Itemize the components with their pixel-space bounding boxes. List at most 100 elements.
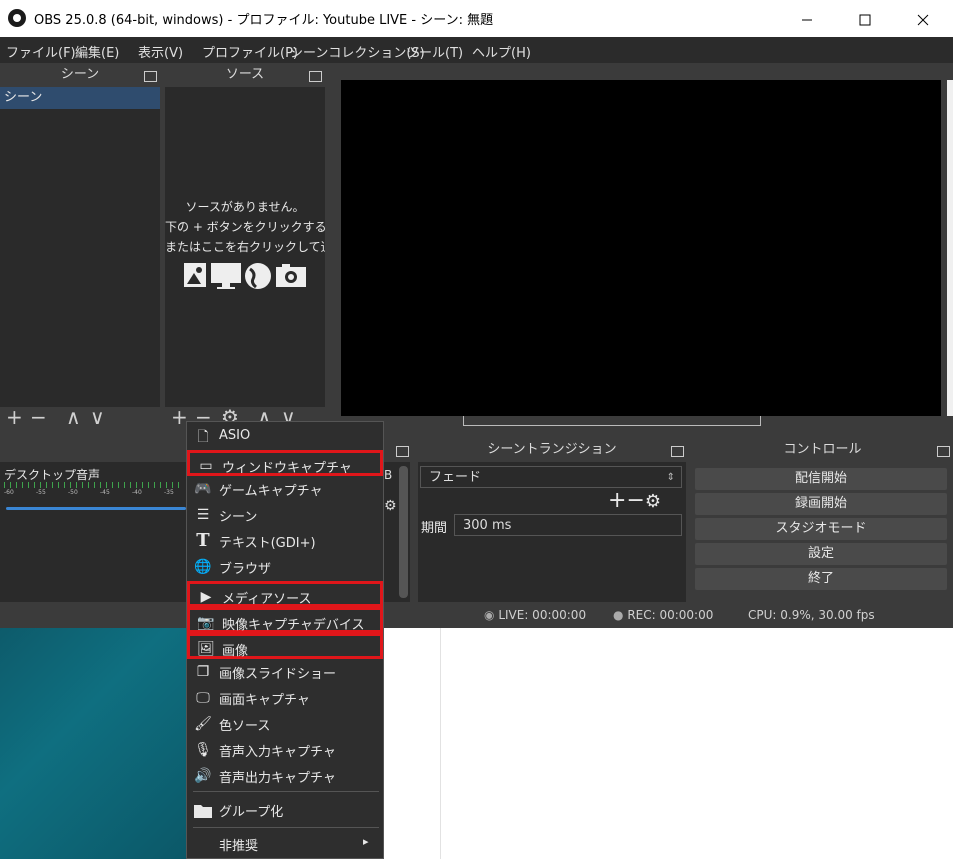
menu-item-label: 画面キャプチャ bbox=[219, 693, 310, 708]
monitor-icon: 🖵 bbox=[196, 690, 210, 706]
menu-item-group[interactable]: グループ化 bbox=[187, 797, 383, 823]
menu-item-label: ブラウザ bbox=[219, 562, 272, 577]
menu-item-label: 音声出力キャプチャ bbox=[219, 771, 336, 786]
maximize-button[interactable] bbox=[836, 0, 894, 37]
scene-down-button[interactable]: ∨ bbox=[90, 405, 105, 429]
chevron-updown-icon: ⇕ bbox=[666, 472, 675, 483]
transition-gear-icon[interactable]: ⚙ bbox=[645, 491, 661, 512]
menu-item-label: 色ソース bbox=[219, 719, 271, 734]
transition-toolbar: +−⚙ bbox=[608, 488, 661, 513]
scene-item[interactable]: シーン bbox=[0, 87, 160, 109]
menu-item-label: ASIO bbox=[219, 428, 251, 443]
meter-tick: -60 bbox=[4, 489, 14, 496]
slideshow-icon: ❐ bbox=[196, 664, 210, 680]
maximize-icon bbox=[859, 14, 871, 25]
mixer-scrollbar[interactable] bbox=[399, 466, 408, 598]
start-recording-button[interactable]: 録画開始 bbox=[695, 493, 947, 515]
dock-float-icon[interactable] bbox=[309, 71, 322, 82]
menu-help[interactable]: ヘルプ(H) bbox=[472, 42, 531, 61]
menu-edit[interactable]: 編集(E) bbox=[75, 42, 119, 61]
menu-item-label: 音声入力キャプチャ bbox=[219, 745, 336, 760]
camera-icon: 📷 bbox=[197, 615, 215, 631]
cpu-status: CPU: 0.9%, 30.00 fps bbox=[748, 608, 875, 622]
menu-item-speaker[interactable]: 🔊 音声出力キャプチャ bbox=[187, 763, 383, 789]
add-transition-button[interactable]: + bbox=[608, 488, 626, 513]
menu-item-deprecated[interactable]: 非推奨 ▸ bbox=[187, 831, 383, 857]
add-scene-button[interactable]: + bbox=[6, 405, 23, 429]
menu-item-label: ゲームキャプチャ bbox=[219, 484, 323, 499]
scenes-toolbar: + − ∧ ∨ bbox=[0, 405, 160, 431]
menu-item-file[interactable]: 🗋 ASIO bbox=[187, 424, 383, 450]
preview-scrollbar[interactable] bbox=[463, 416, 761, 426]
dock-float-icon[interactable] bbox=[144, 71, 157, 82]
menu-item-microphone[interactable]: 🎙 音声入力キャプチャ bbox=[187, 737, 383, 763]
remove-scene-button[interactable]: − bbox=[30, 405, 47, 429]
studio-mode-button[interactable]: スタジオモード bbox=[695, 518, 947, 540]
obs-logo-icon bbox=[8, 9, 26, 27]
meter-tick: -40 bbox=[132, 489, 142, 496]
close-button[interactable] bbox=[894, 0, 952, 37]
menu-profile[interactable]: プロファイル(P) bbox=[202, 42, 298, 61]
menu-file[interactable]: ファイル(F) bbox=[6, 42, 76, 61]
speaker-icon: 🔊 bbox=[194, 768, 212, 784]
window-title: OBS 25.0.8 (64-bit, windows) - プロファイル: Y… bbox=[34, 13, 494, 28]
menu-tools[interactable]: ツール(T) bbox=[406, 42, 463, 61]
dock-float-icon[interactable] bbox=[937, 446, 950, 457]
menu-item-text[interactable]: T テキスト(GDI+) bbox=[187, 528, 383, 554]
text-icon: T bbox=[196, 530, 210, 551]
image-icon bbox=[184, 263, 206, 287]
menu-item-label: 画像スライドショー bbox=[219, 667, 337, 682]
meter-tick: -45 bbox=[100, 489, 110, 496]
volume-meter bbox=[4, 482, 184, 488]
scene-up-button[interactable]: ∧ bbox=[66, 405, 81, 429]
controls-dock-title: コントロール bbox=[783, 442, 862, 457]
sources-list[interactable]: ソースがありません。 下の + ボタンをクリックするか、 またはここを右クリック… bbox=[165, 87, 325, 407]
menu-item-monitor[interactable]: 🖵 画面キャプチャ bbox=[187, 685, 383, 711]
duration-spinbox[interactable]: 300 ms bbox=[454, 514, 682, 536]
window-divider bbox=[440, 628, 441, 859]
meter-tick: -55 bbox=[36, 489, 46, 496]
menu-item-globe[interactable]: 🌐 ブラウザ bbox=[187, 554, 383, 580]
minimize-icon bbox=[802, 19, 812, 20]
menu-item-camera[interactable]: 📷 映像キャプチャデバイス bbox=[187, 607, 383, 633]
desktop-background bbox=[0, 628, 953, 859]
gamepad-icon: 🎮 bbox=[194, 481, 212, 497]
menu-item-slideshow[interactable]: ❐ 画像スライドショー bbox=[187, 659, 383, 685]
menu-item-image[interactable]: 🖼 画像 bbox=[187, 633, 383, 659]
menu-scene-collection[interactable]: シーンコレクション(S) bbox=[290, 42, 425, 61]
globe-icon: 🌐 bbox=[194, 559, 212, 575]
menu-separator bbox=[193, 791, 379, 792]
vertical-scrollbar[interactable] bbox=[947, 80, 953, 416]
transitions-panel: フェード ⇕ +−⚙ 期間 300 ms bbox=[418, 462, 686, 602]
source-type-icons bbox=[183, 261, 307, 291]
mixer-db-suffix: B bbox=[384, 468, 393, 482]
start-streaming-button[interactable]: 配信開始 bbox=[695, 468, 947, 490]
scenes-list[interactable]: シーン bbox=[0, 87, 160, 407]
menu-bar: ファイル(F) 編集(E) 表示(V) プロファイル(P) シーンコレクション(… bbox=[0, 37, 953, 63]
menu-item-window[interactable]: ▭ ウィンドウキャプチャ bbox=[187, 450, 383, 476]
remove-transition-button[interactable]: − bbox=[626, 488, 644, 513]
list-icon: ☰ bbox=[196, 507, 210, 523]
dock-float-icon[interactable] bbox=[671, 446, 684, 457]
duration-label: 期間 bbox=[421, 521, 448, 536]
preview-canvas[interactable] bbox=[341, 80, 941, 416]
menu-item-play[interactable]: ▶ メディアソース bbox=[187, 581, 383, 607]
menu-item-gamepad[interactable]: 🎮 ゲームキャプチャ bbox=[187, 476, 383, 502]
settings-button[interactable]: 設定 bbox=[695, 543, 947, 565]
menu-item-label: シーン bbox=[219, 510, 258, 525]
transition-select[interactable]: フェード ⇕ bbox=[420, 466, 682, 488]
dock-float-icon[interactable] bbox=[396, 446, 409, 457]
exit-button[interactable]: 終了 bbox=[695, 568, 947, 590]
menu-separator bbox=[193, 827, 379, 828]
menu-item-label: 映像キャプチャデバイス bbox=[222, 618, 365, 633]
volume-slider[interactable] bbox=[6, 507, 186, 510]
mixer-gear-icon[interactable]: ⚙ bbox=[384, 498, 397, 514]
sources-dock-title: ソース bbox=[225, 67, 265, 82]
menu-item-list[interactable]: ☰ シーン bbox=[187, 502, 383, 528]
scenes-dock-title: シーン bbox=[60, 67, 100, 82]
menu-item-brush[interactable]: 🖌 色ソース bbox=[187, 711, 383, 737]
title-bar: OBS 25.0.8 (64-bit, windows) - プロファイル: Y… bbox=[0, 0, 953, 37]
minimize-button[interactable] bbox=[778, 0, 836, 37]
transitions-dock-title: シーントランジション bbox=[487, 442, 617, 457]
menu-view[interactable]: 表示(V) bbox=[138, 42, 183, 61]
